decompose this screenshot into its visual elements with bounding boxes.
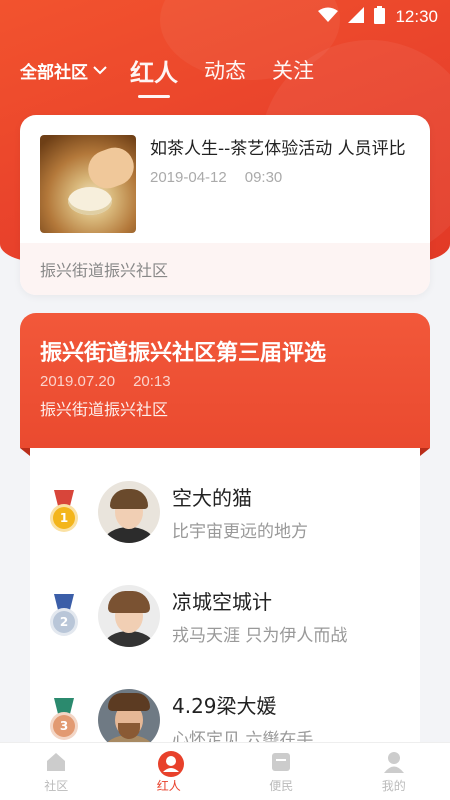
ranking-name: 4.29梁大媛 [172,694,277,718]
community-icon [44,750,68,774]
ribbon-fold [420,448,430,456]
wifi-icon [318,7,339,28]
ranking-motto: 戎马天涯 只为伊人而战 [172,626,348,646]
ranking-list: 1 空大的猫 比宇宙更远的地方 2 凉城空城计 戎马天涯 只为伊人而战 3 4.… [30,448,420,758]
event-card[interactable]: 如茶人生--茶艺体验活动 人员评比 2019-04-12 09:30 振兴街道振… [20,115,430,295]
tabbar-item-profile[interactable]: 我的 [338,743,450,800]
event-community: 振兴街道振兴社区 [20,243,430,295]
ranking-name: 凉城空城计 [172,590,272,614]
bottom-tabbar: 社区 红人 便民 我的 [0,742,450,800]
tab-feed[interactable]: 动态 [204,55,246,85]
community-dropdown[interactable]: 全部社区 [20,58,108,83]
event-time: 09:30 [244,169,283,186]
tab-red-people[interactable]: 红人 [130,53,178,98]
avatar[interactable] [98,481,160,543]
status-time: 12:30 [395,7,438,26]
gold-medal-icon: 1 [48,490,80,534]
selection-community: 振兴街道振兴社区 [40,400,169,419]
selection-time: 20:13 [133,373,171,390]
star-people-icon [157,750,184,777]
ranking-motto: 比宇宙更远的地方 [172,522,308,542]
silver-medal-icon: 2 [48,594,80,638]
ranking-name: 空大的猫 [172,486,252,510]
bronze-medal-icon: 3 [48,698,80,742]
tabbar-label: 我的 [381,778,406,793]
event-date: 2019-04-12 [150,169,227,186]
signal-icon [348,6,365,28]
status-bar: 12:30 [0,0,450,34]
tabbar-item-community[interactable]: 社区 [0,743,113,800]
service-icon [269,750,293,774]
profile-icon [382,750,406,774]
ranking-row[interactable]: 2 凉城空城计 戎马天涯 只为伊人而战 [30,564,420,668]
selection-card[interactable]: 振兴街道振兴社区第三届评选 2019.07.20 20:13 振兴街道振兴社区 … [20,313,430,758]
ranking-row[interactable]: 1 空大的猫 比宇宙更远的地方 [30,460,420,564]
selection-title: 振兴街道振兴社区第三届评选 [40,341,327,366]
selection-banner: 振兴街道振兴社区第三届评选 2019.07.20 20:13 振兴街道振兴社区 [20,313,430,456]
avatar[interactable] [98,585,160,647]
chevron-down-icon [92,60,108,80]
battery-icon [374,5,386,29]
tabbar-item-red-people[interactable]: 红人 [113,743,226,800]
selection-date: 2019.07.20 [40,373,116,390]
top-nav: 全部社区 红人 动态 关注 [20,50,430,98]
tabbar-label: 社区 [44,778,69,793]
tabbar-label: 便民 [269,778,294,793]
tabbar-item-service[interactable]: 便民 [225,743,338,800]
event-title: 如茶人生--茶艺体验活动 人员评比 [150,139,406,159]
event-thumbnail [40,135,136,233]
community-dropdown-label: 全部社区 [20,62,88,83]
ribbon-fold [20,448,30,456]
tab-following[interactable]: 关注 [272,55,314,85]
tabbar-label: 红人 [156,778,181,793]
